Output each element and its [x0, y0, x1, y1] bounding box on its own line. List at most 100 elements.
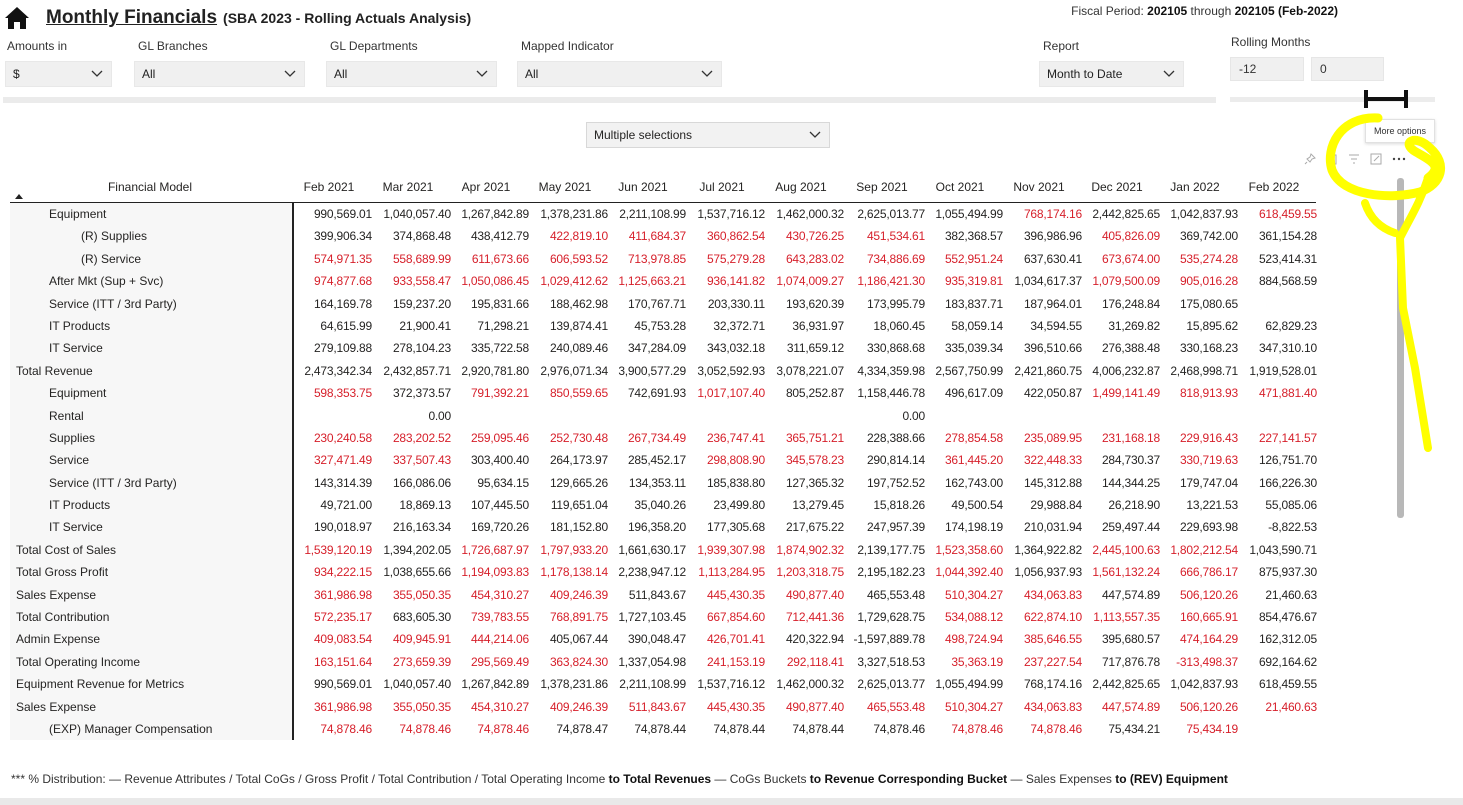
column-header[interactable]: Jan 2022	[1156, 180, 1234, 194]
column-header[interactable]: Mar 2021	[369, 180, 447, 194]
table-row[interactable]: (EXP) Manager Compensation 74,878.46 74,87…	[10, 718, 1316, 740]
table-row[interactable]: (R) Service 574,971.35 558,689.99 611,673.6…	[10, 248, 1317, 270]
table-row[interactable]: Total Gross Profit 934,222.15 1,038,655.66…	[10, 561, 1317, 583]
branches-dropdown[interactable]: All	[134, 61, 305, 87]
rolling-min-input[interactable]: -12	[1230, 57, 1304, 81]
table-row[interactable]: Total Revenue 2,473,342.34 2,432,857.71 2,9…	[10, 360, 1317, 382]
pin-icon[interactable]	[1304, 153, 1316, 165]
table-cell: 74,878.46	[320, 721, 372, 736]
table-cell: 162,743.00	[944, 475, 1003, 490]
table-cell: 1,017,107.40	[697, 386, 765, 401]
home-icon[interactable]	[4, 6, 30, 30]
table-cell: 717,876.78	[1101, 654, 1160, 669]
table-cell: 203,330.11	[707, 296, 765, 311]
table-cell: 409,246.39	[549, 699, 608, 714]
table-row[interactable]: Sales Expense 361,986.98 355,050.35 454,310…	[10, 696, 1317, 718]
amounts-dropdown[interactable]: $	[5, 61, 112, 87]
column-header[interactable]: Dec 2021	[1078, 180, 1156, 194]
filter-icon[interactable]	[1348, 153, 1360, 165]
table-cell: 643,283.02	[785, 251, 844, 266]
vertical-scrollbar[interactable]	[1397, 178, 1404, 518]
column-header[interactable]: Jul 2021	[683, 180, 761, 194]
table-row[interactable]: IT Products 49,721.00 18,869.13 107,445.50 1…	[10, 494, 1317, 516]
mapped-dropdown[interactable]: All	[517, 61, 722, 87]
visual-header-icons	[1304, 153, 1406, 165]
table-cell: 164,169.78	[313, 296, 372, 311]
column-header-financial-model[interactable]: Financial Model	[70, 180, 230, 194]
table-row[interactable]: Total Cost of Sales 1,539,120.19 1,394,202…	[10, 539, 1317, 561]
more-options-icon[interactable]	[1392, 153, 1406, 165]
table-row[interactable]: Sales Expense 361,986.98 355,050.35 454,310…	[10, 584, 1317, 606]
slider-handle-icon[interactable]	[1362, 89, 1410, 109]
table-cell: 228,388.66	[866, 430, 925, 445]
table-cell: 1,797,933.20	[540, 542, 608, 557]
sort-up-icon[interactable]	[15, 194, 23, 199]
table-row[interactable]: Service 327,471.49 337,507.43 303,400.40 264…	[10, 449, 1317, 471]
table-cell: 1,029,412.62	[540, 274, 608, 289]
chevron-down-icon	[1163, 70, 1175, 77]
table-cell: 447,574.89	[1101, 699, 1160, 714]
table-row[interactable]: Rental 0.00 0.00	[10, 405, 1316, 427]
column-header[interactable]: Oct 2021	[921, 180, 999, 194]
table-cell: 396,986.96	[1023, 229, 1082, 244]
table-cell: 422,050.87	[1023, 386, 1082, 401]
table-cell: 1,040,057.40	[383, 677, 451, 692]
table-cell: 1,125,663.21	[618, 274, 686, 289]
table-row[interactable]: IT Service 279,109.88 278,104.23 335,722.58…	[10, 337, 1317, 359]
table-cell: 26,218.90	[1108, 498, 1160, 513]
column-header[interactable]: Feb 2022	[1235, 180, 1313, 194]
table-cell: 285,452.17	[627, 453, 686, 468]
page-title[interactable]: Monthly Financials	[46, 7, 217, 29]
row-label: IT Products	[49, 318, 111, 333]
table-cell: 259,497.44	[1101, 520, 1160, 535]
table-cell: 523,414.31	[1258, 251, 1317, 266]
report-dropdown[interactable]: Month to Date	[1039, 61, 1184, 87]
table-row[interactable]: IT Service 190,018.97 216,163.34 169,720.26…	[10, 516, 1317, 538]
table-row[interactable]: Equipment 990,569.01 1,040,057.40 1,267,842…	[10, 203, 1317, 225]
table-cell: 622,874.10	[1023, 610, 1082, 625]
table-cell: 361,154.28	[1258, 229, 1317, 244]
table-row[interactable]: After Mkt (Sup + Svc) 974,877.68 933,558.4…	[10, 270, 1317, 292]
table-row[interactable]: IT Products 64,615.99 21,900.41 71,298.21 13…	[10, 315, 1317, 337]
table-row[interactable]: Supplies 230,240.58 283,202.52 259,095.46 25…	[10, 427, 1317, 449]
table-cell: 447,574.89	[1101, 587, 1160, 602]
table-row[interactable]: Service (ITT / 3rd Party) 143,314.39 166,0…	[10, 472, 1317, 494]
table-cell: 216,163.34	[392, 520, 451, 535]
column-header[interactable]: May 2021	[526, 180, 604, 194]
column-header[interactable]: Aug 2021	[762, 180, 840, 194]
table-row[interactable]: Equipment Revenue for Metrics 990,569.01 1…	[10, 673, 1317, 695]
fiscal-period: Fiscal Period: 202105 through 202105 (Fe…	[1071, 4, 1338, 18]
departments-dropdown[interactable]: All	[326, 61, 497, 87]
table-cell: 1,079,500.09	[1092, 274, 1160, 289]
table-row[interactable]: Admin Expense 409,083.54 409,945.91 444,214…	[10, 628, 1317, 650]
column-header[interactable]: Sep 2021	[843, 180, 921, 194]
financial-matrix[interactable]: Financial Model Feb 2021 Mar 2021 Apr 2021…	[10, 172, 1317, 740]
table-row[interactable]: (R) Supplies 399,906.34 374,868.48 438,412.…	[10, 225, 1317, 247]
copy-icon[interactable]	[1326, 153, 1338, 165]
table-cell: 15,818.26	[873, 498, 925, 513]
table-row[interactable]: Equipment 598,353.75 372,373.57 791,392.21 8…	[10, 382, 1317, 404]
table-cell: 1,043,590.71	[1249, 542, 1317, 557]
column-header[interactable]: Feb 2021	[290, 180, 368, 194]
column-header[interactable]: Nov 2021	[1000, 180, 1078, 194]
table-cell: 278,854.58	[944, 430, 1003, 445]
focus-icon[interactable]	[1370, 153, 1382, 165]
row-label: Rental	[49, 408, 84, 423]
column-header[interactable]: Jun 2021	[604, 180, 682, 194]
table-cell: 2,211,108.99	[619, 207, 686, 221]
table-row[interactable]: Total Operating Income 163,151.64 273,659.…	[10, 651, 1317, 673]
table-cell: 107,445.50	[470, 498, 529, 513]
table-cell: 574,971.35	[313, 251, 372, 266]
table-row[interactable]: Service (ITT / 3rd Party) 164,169.78 159,2…	[10, 293, 1316, 315]
row-label: Equipment	[49, 207, 107, 221]
table-cell: 572,235.17	[313, 610, 372, 625]
table-row[interactable]: Total Contribution 572,235.17 683,605.30 73…	[10, 606, 1317, 628]
table-cell: 409,246.39	[549, 587, 608, 602]
table-cell: 292,118.41	[786, 654, 844, 669]
table-cell: 279,109.88	[313, 341, 372, 356]
column-header[interactable]: Apr 2021	[447, 180, 525, 194]
table-cell: 311,659.12	[786, 341, 844, 356]
row-label: (EXP) Manager Compensation	[49, 721, 213, 736]
multi-select-dropdown[interactable]: Multiple selections	[586, 122, 830, 148]
rolling-max-input[interactable]: 0	[1311, 57, 1384, 81]
